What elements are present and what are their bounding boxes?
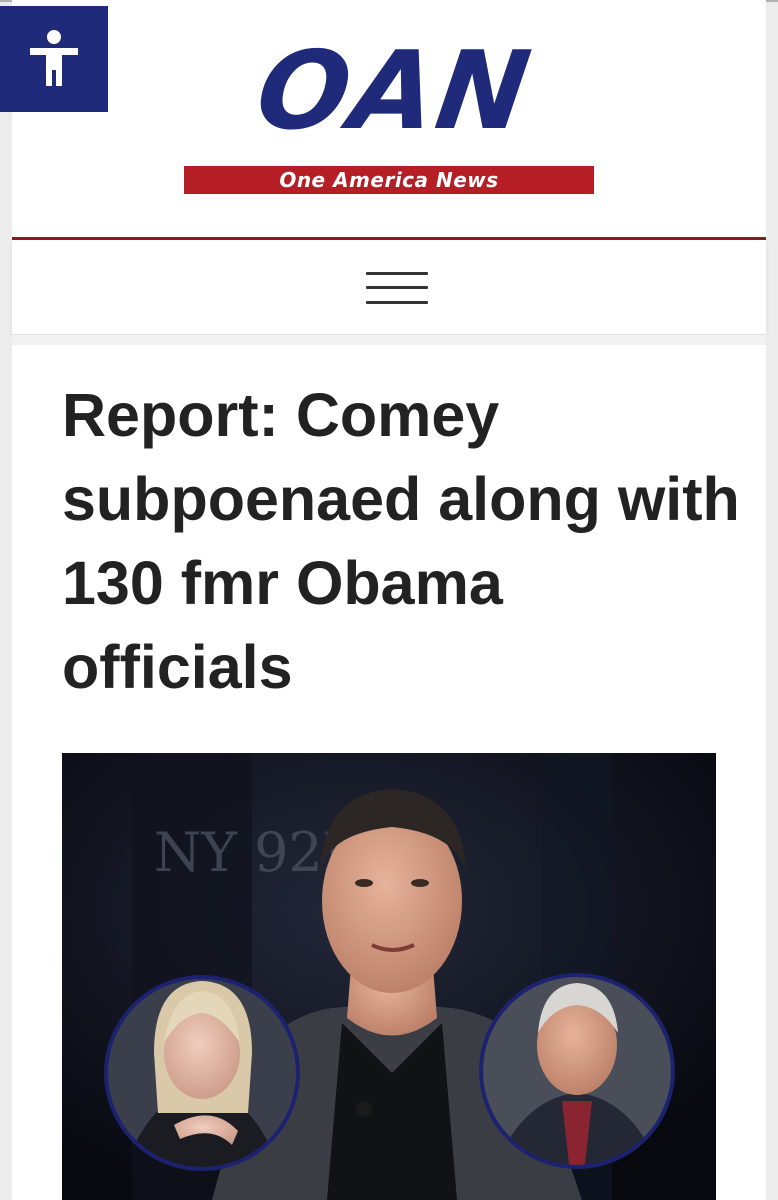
article: Report: Comey subpoenaed along with 130 …	[12, 345, 766, 1200]
accessibility-button[interactable]	[0, 6, 108, 112]
site-header: OAN One America News	[12, 0, 766, 238]
article-headline: Report: Comey subpoenaed along with 130 …	[62, 381, 740, 701]
accessibility-person-icon	[30, 30, 78, 86]
oan-logo[interactable]: OAN One America News	[184, 29, 604, 198]
nav-bar	[12, 240, 766, 335]
logo-tagline: One America News	[184, 166, 594, 194]
logo-wordmark: OAN	[249, 29, 539, 154]
article-hero-image[interactable]: NY 92N	[62, 753, 716, 1200]
section-gap	[12, 335, 766, 345]
hamburger-menu-icon[interactable]	[366, 268, 432, 308]
